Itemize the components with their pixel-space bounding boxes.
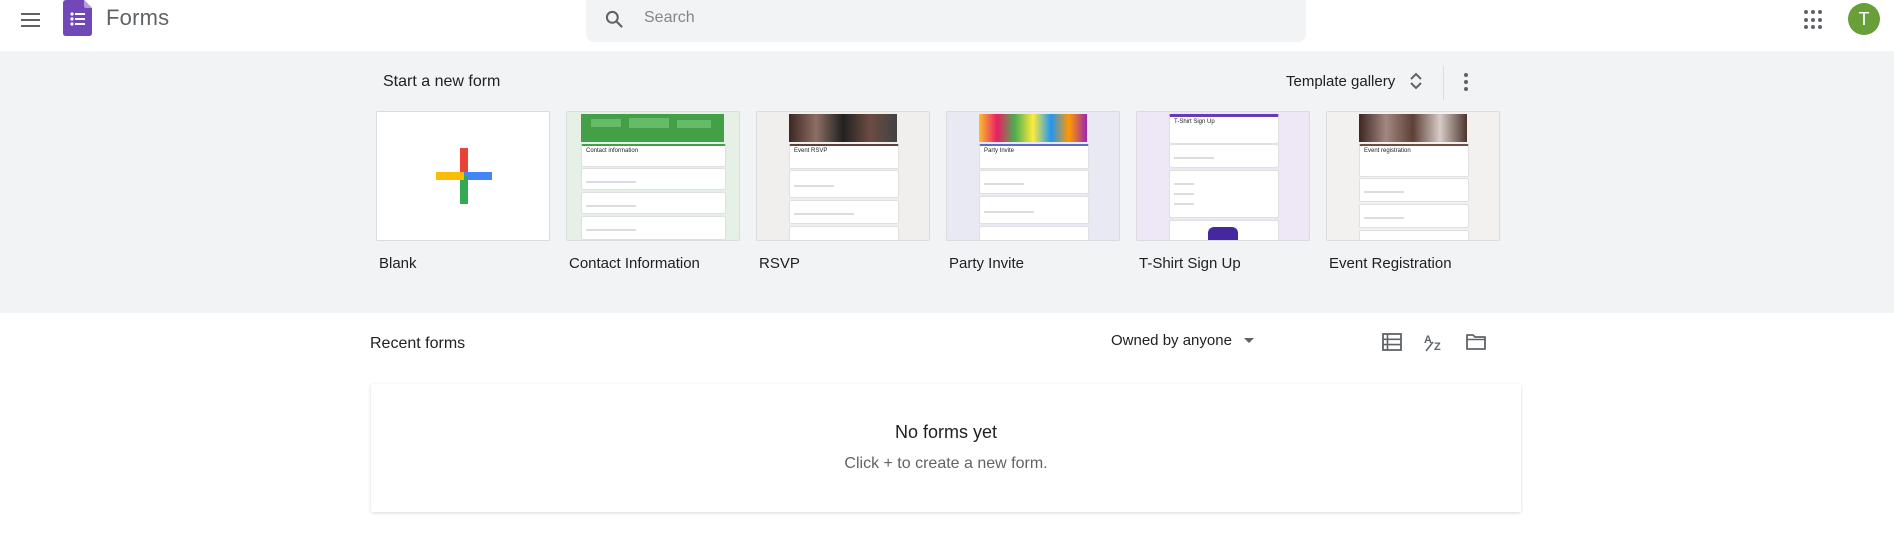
tshirt-image <box>1208 227 1238 240</box>
empty-state-card: No forms yet Click + to create a new for… <box>371 384 1521 512</box>
empty-state-title: No forms yet <box>894 422 998 442</box>
menu-icon-bar <box>20 19 40 21</box>
template-thumbnail[interactable]: Event registration <box>1326 111 1500 241</box>
mini-form-card <box>979 226 1089 240</box>
folder-icon[interactable] <box>1464 330 1488 354</box>
mini-form-card <box>1169 220 1279 240</box>
mini-card-title: Event RSVP <box>794 148 828 154</box>
template-gallery-button[interactable]: Template gallery <box>1286 71 1423 91</box>
mini-form-card <box>581 168 726 190</box>
mini-form-card: T-Shirt Sign Up <box>1169 114 1279 144</box>
empty-state-subtitle: Click + to create a new form. <box>844 455 1048 472</box>
header-image <box>1359 114 1467 142</box>
unfold-more-icon <box>1410 72 1422 90</box>
mini-card-title: T-Shirt Sign Up <box>1174 119 1215 125</box>
template-tshirt-sign-up[interactable]: T-Shirt Sign Up T-Shirt Sign Up <box>1136 111 1310 272</box>
template-thumbnail[interactable]: Contact information <box>566 111 740 241</box>
search-box[interactable] <box>586 0 1306 42</box>
mini-form-card <box>581 192 726 214</box>
mini-card-title: Contact information <box>586 148 639 154</box>
main-menu-button[interactable] <box>16 6 44 34</box>
template-label[interactable]: T-Shirt Sign Up <box>1139 255 1241 272</box>
dropdown-arrow-icon <box>1243 338 1254 343</box>
owner-filter-label: Owned by anyone <box>1111 332 1232 349</box>
template-label[interactable]: Contact Information <box>569 255 700 272</box>
mini-form-card <box>979 170 1089 194</box>
forms-logo-icon[interactable] <box>63 0 93 36</box>
mini-form-card <box>979 196 1089 224</box>
sort-az-icon[interactable]: A Z <box>1422 330 1446 354</box>
header-image <box>979 114 1087 142</box>
mini-form-card <box>1359 178 1469 202</box>
account-avatar[interactable]: T <box>1848 3 1880 35</box>
more-options-icon[interactable] <box>1456 67 1476 97</box>
template-thumbnail[interactable]: Event RSVP <box>756 111 930 241</box>
search-input[interactable] <box>642 2 1266 34</box>
mini-form-card <box>789 200 899 224</box>
template-event-registration[interactable]: Event registration Event Registration <box>1326 111 1500 272</box>
mini-form-card <box>1359 230 1469 240</box>
mini-form-card <box>1169 170 1279 218</box>
search-icon[interactable] <box>604 9 624 29</box>
recent-forms-heading: Recent forms <box>370 335 466 352</box>
template-label[interactable]: RSVP <box>759 255 800 272</box>
template-thumbnail[interactable] <box>376 111 550 241</box>
template-rsvp[interactable]: Event RSVP RSVP <box>756 111 930 272</box>
plus-icon <box>436 148 492 204</box>
template-label[interactable]: Blank <box>379 255 417 272</box>
menu-icon-bar <box>20 25 40 27</box>
menu-icon-bar <box>20 13 40 15</box>
template-contact-information[interactable]: Contact information Contact Information <box>566 111 740 272</box>
mini-form-card: Event registration <box>1359 144 1469 177</box>
template-thumbnail[interactable]: Party Invite <box>946 111 1120 241</box>
mini-form-card: Event RSVP <box>789 144 899 169</box>
start-new-form-heading: Start a new form <box>383 73 501 90</box>
app-title[interactable]: Forms <box>106 5 169 31</box>
template-party-invite[interactable]: Party Invite Party Invite <box>946 111 1120 272</box>
mini-form-card <box>1169 144 1279 168</box>
mini-form-card <box>581 216 726 240</box>
header-image <box>789 114 897 142</box>
template-label[interactable]: Event Registration <box>1329 255 1452 272</box>
template-section: Start a new form Template gallery Blank <box>0 51 1894 313</box>
header-image <box>581 114 724 142</box>
mini-card-title: Event registration <box>1364 148 1411 154</box>
list-view-icon[interactable] <box>1380 330 1404 354</box>
template-label[interactable]: Party Invite <box>949 255 1024 272</box>
mini-form-card: Contact information <box>581 144 726 167</box>
google-apps-icon[interactable] <box>1804 10 1824 30</box>
top-bar: Forms T <box>0 0 1894 50</box>
mini-form-card <box>789 226 899 240</box>
mini-form-card <box>789 170 899 198</box>
owner-filter-dropdown[interactable]: Owned by anyone <box>1111 332 1254 349</box>
template-gallery-label: Template gallery <box>1286 72 1396 90</box>
mini-form-card: Party Invite <box>979 144 1089 169</box>
template-blank[interactable]: Blank <box>376 111 550 272</box>
template-thumbnail[interactable]: T-Shirt Sign Up <box>1136 111 1310 241</box>
mini-form-card <box>1359 204 1469 228</box>
mini-card-title: Party Invite <box>984 148 1015 154</box>
svg-text:Z: Z <box>1434 341 1441 353</box>
divider <box>1443 66 1444 100</box>
